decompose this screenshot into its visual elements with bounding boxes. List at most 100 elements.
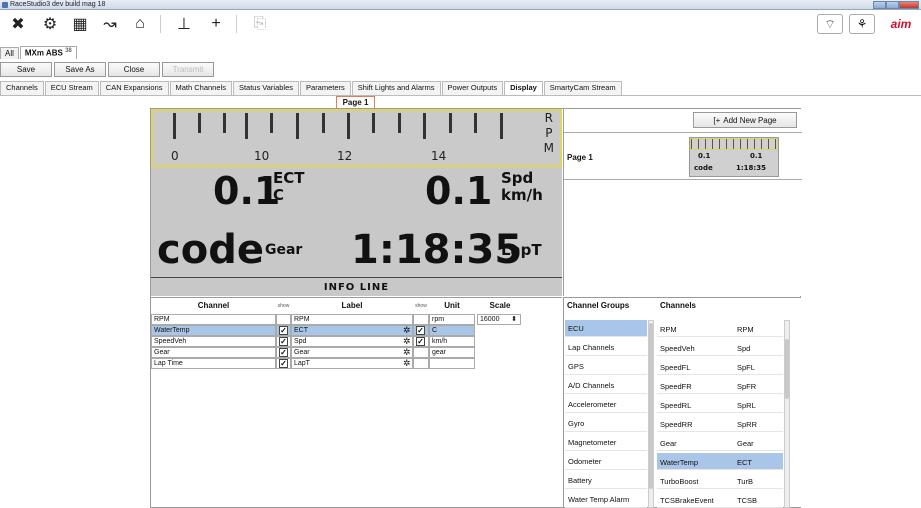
gear-value[interactable]: code: [157, 227, 264, 273]
show-checkbox[interactable]: ✓: [279, 359, 288, 368]
header-channel: Channel: [197, 301, 230, 310]
channel-item[interactable]: RPM RPM: [657, 320, 783, 337]
device-icon[interactable]: ⌂: [126, 14, 154, 34]
logger-icon[interactable]: ⊥: [170, 14, 198, 34]
save-button[interactable]: Save: [0, 62, 52, 77]
group-item-odometer[interactable]: Odometer: [565, 453, 647, 470]
tab-can-expansions[interactable]: CAN Expansions: [99, 81, 169, 95]
group-item-magnetometer[interactable]: Magnetometer: [565, 434, 647, 451]
channel-item[interactable]: WaterTemp ECT: [657, 453, 783, 470]
channel-item[interactable]: SpeedRR SpRR: [657, 415, 783, 432]
main-toolbar: ✖ ⚙ ▦ ↝ ⌂ ⊥ + ⎘ ⌔ ⚘ aim: [0, 11, 921, 43]
close-button[interactable]: Close: [108, 62, 160, 77]
laptime-value[interactable]: 1:18:35: [351, 227, 522, 273]
rpm-tag: RPM: [543, 111, 554, 155]
table-row[interactable]: WaterTemp ✓ ECT ✲ ✓ C: [151, 325, 475, 336]
stepper-icon: ⬍: [511, 316, 517, 323]
channels-scrollbar[interactable]: [784, 320, 790, 508]
group-item-gps[interactable]: GPS: [565, 358, 647, 375]
thumb-value: 1:18:35: [736, 164, 766, 172]
tab-smartycam-stream[interactable]: SmartyCam Stream: [543, 81, 622, 95]
table-row[interactable]: SpeedVeh ✓ Spd ✲ ✓ km/h: [151, 336, 475, 347]
page-list-item[interactable]: Page 1 0.1 0.1 code 1:18:35: [564, 132, 802, 180]
gear-label: Gear: [265, 242, 303, 258]
add-page-icon: [+: [713, 115, 721, 125]
channel-picker: Channel Groups Channels ECU Lap Channels…: [563, 297, 801, 508]
channels-header: Channels: [660, 301, 697, 310]
header-show: show: [277, 302, 290, 309]
dashboard-icon[interactable]: ▦: [66, 14, 94, 34]
show-checkbox[interactable]: ✓: [279, 337, 288, 346]
network-icon[interactable]: ⚘: [849, 14, 875, 34]
save-as-button[interactable]: Save As: [54, 62, 106, 77]
link-icon[interactable]: ⎘: [246, 14, 274, 34]
info-line[interactable]: INFO LINE: [151, 277, 562, 296]
tab-parameters[interactable]: Parameters: [300, 81, 351, 95]
table-row[interactable]: RPM RPM rpm 16000 ⬍: [151, 314, 521, 325]
device-tabs: All MXm ABS 38: [0, 45, 78, 59]
settings-icon[interactable]: ⚙: [36, 14, 64, 34]
title-bar: RaceStudio3 dev build mag 18: [0, 0, 921, 10]
tab-channels[interactable]: Channels: [0, 81, 44, 95]
rpm-tick-label: 12: [337, 149, 353, 163]
add-page-button[interactable]: [+ Add New Page: [693, 112, 797, 128]
add-icon[interactable]: +: [202, 14, 230, 34]
device-tab-mxm[interactable]: MXm ABS 38: [19, 46, 77, 59]
group-item-ad[interactable]: A/D Channels: [565, 377, 647, 394]
tab-display[interactable]: Display: [504, 81, 543, 95]
group-item-battery[interactable]: Battery: [565, 472, 647, 489]
tools-icon[interactable]: ✖: [4, 14, 32, 34]
gear-icon[interactable]: ✲: [403, 336, 411, 347]
scale-select[interactable]: 16000 ⬍: [477, 314, 521, 325]
right-toolbar: ⌔ ⚘ aim: [817, 14, 921, 34]
transmit-button[interactable]: Transmit: [162, 62, 214, 77]
channel-item[interactable]: TCSBrakeEvent TCSB: [657, 491, 783, 508]
rpm-tick-label: 0: [171, 149, 179, 163]
page-thumbnail: 0.1 0.1 code 1:18:35: [689, 137, 779, 177]
gear-icon[interactable]: ✲: [403, 347, 411, 358]
maximize-button[interactable]: [886, 1, 900, 9]
header-label: Label: [341, 301, 363, 310]
thumb-value: code: [694, 164, 713, 172]
table-row[interactable]: Lap Time ✓ LapT ✲: [151, 358, 475, 369]
minimize-button[interactable]: [873, 1, 887, 9]
tab-shift-lights[interactable]: Shift Lights and Alarms: [351, 81, 441, 95]
channel-item[interactable]: TurboBoost TurB: [657, 472, 783, 489]
show-unit-checkbox[interactable]: ✓: [416, 326, 425, 335]
channel-item[interactable]: Gear Gear: [657, 434, 783, 451]
tab-power-outputs[interactable]: Power Outputs: [441, 81, 504, 95]
group-item-accelerometer[interactable]: Accelerometer: [565, 396, 647, 413]
group-item-lap[interactable]: Lap Channels: [565, 339, 647, 356]
gear-icon[interactable]: ✲: [403, 325, 411, 336]
show-unit-checkbox[interactable]: ✓: [416, 337, 425, 346]
channel-item[interactable]: SpeedVeh Spd: [657, 339, 783, 356]
rpm-tick-label: 10: [254, 149, 270, 163]
speed-value[interactable]: 0.1: [425, 169, 492, 213]
action-bar: Save Save As Close Transmit: [0, 62, 214, 78]
channel-item[interactable]: SpeedRL SpRL: [657, 396, 783, 413]
tab-math-channels[interactable]: Math Channels: [169, 81, 232, 95]
tab-ecu-stream[interactable]: ECU Stream: [44, 81, 99, 95]
groups-scrollbar[interactable]: [648, 320, 654, 508]
track-icon[interactable]: ↝: [96, 14, 124, 34]
show-checkbox[interactable]: ✓: [279, 326, 288, 335]
group-item-gyro[interactable]: Gyro: [565, 415, 647, 432]
group-item-water-temp-alarm[interactable]: Water Temp Alarm: [565, 491, 647, 508]
header-scale: Scale: [489, 301, 511, 310]
rpm-tick-label: 14: [431, 149, 447, 163]
wifi-icon[interactable]: ⌔: [817, 14, 843, 34]
aim-logo: aim: [890, 17, 912, 31]
display-preview: 0 10 12 14 RPM 0.1 ECT C 0.1 Spd km/h co…: [151, 109, 562, 296]
close-window-button[interactable]: [899, 1, 919, 9]
rpm-bar[interactable]: 0 10 12 14 RPM: [151, 109, 562, 167]
pages-pane: [+ Add New Page Page 1 0.1 0.1 code 1:18…: [563, 109, 802, 296]
show-checkbox[interactable]: ✓: [279, 348, 288, 357]
channel-item[interactable]: SpeedFL SpFL: [657, 358, 783, 375]
group-item-ecu[interactable]: ECU: [565, 320, 647, 337]
ect-value[interactable]: 0.1: [213, 169, 280, 213]
channel-item[interactable]: SpeedFR SpFR: [657, 377, 783, 394]
table-row[interactable]: Gear ✓ Gear ✲ gear: [151, 347, 475, 358]
gear-icon[interactable]: ✲: [403, 358, 411, 369]
tab-status-variables[interactable]: Status Variables: [232, 81, 300, 95]
device-tab-all[interactable]: All: [0, 47, 19, 59]
